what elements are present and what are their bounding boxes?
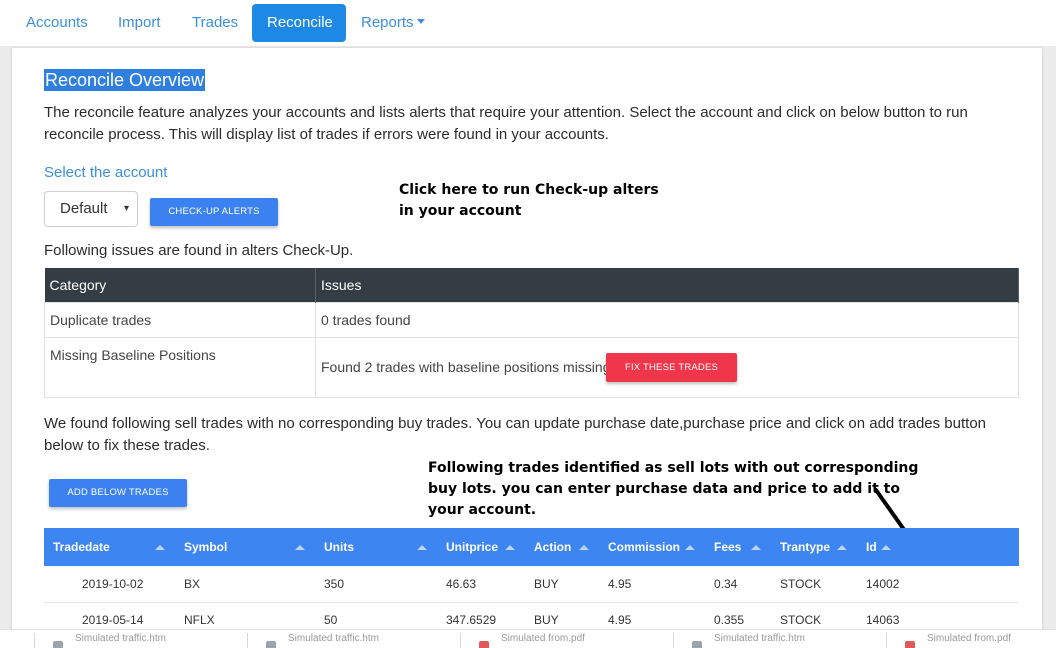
- cell-action: BUY: [525, 566, 599, 603]
- annotation-trades-line3: your account.: [428, 502, 537, 518]
- sort-icon: [417, 545, 427, 550]
- select-account-label: Select the account: [44, 164, 168, 181]
- cell-fees: 0.34: [705, 566, 771, 603]
- pdf-icon: [479, 641, 489, 648]
- col-commission[interactable]: Commission: [599, 528, 705, 566]
- col-symbol[interactable]: Symbol: [175, 528, 315, 566]
- col-label: Action: [534, 540, 572, 554]
- sell-trades-description-line1: We found following sell trades with no c…: [44, 415, 986, 432]
- issue-category: Missing Baseline Positions: [44, 336, 316, 398]
- annotation-checkup-line1: Click here to run Check-up alters: [399, 182, 659, 198]
- annotation-trades-line1: Following trades identified as sell lots…: [428, 460, 919, 476]
- nav-accounts[interactable]: Accounts: [14, 4, 100, 42]
- cell-trantype: STOCK: [771, 566, 857, 603]
- cell-unitprice[interactable]: 46.63: [437, 566, 525, 603]
- download-item-label: Simulated from.pdf: [927, 633, 1011, 644]
- annotation-checkup-line2: in your account: [399, 203, 522, 219]
- account-select[interactable]: Default ▾: [44, 191, 138, 227]
- sell-trades-description-line2: below to fix these trades.: [44, 437, 210, 454]
- cell-symbol: BX: [175, 566, 315, 603]
- nav-reconcile[interactable]: Reconcile: [252, 4, 346, 42]
- col-label: Id: [866, 540, 877, 554]
- col-label: Units: [324, 540, 354, 554]
- download-item[interactable]: Simulated from.pdf: [886, 633, 1056, 648]
- sort-icon: [579, 545, 589, 550]
- download-item-label: Simulated from.pdf: [501, 633, 585, 644]
- issues-header-category: Category: [44, 268, 316, 302]
- sort-icon: [505, 545, 515, 550]
- col-units[interactable]: Units: [315, 528, 437, 566]
- nav-reports[interactable]: Reports: [349, 4, 437, 42]
- fix-these-trades-button[interactable]: FIX THESE TRADES: [606, 353, 737, 382]
- col-id[interactable]: Id: [857, 528, 1019, 566]
- dropdown-arrow-icon: ▾: [123, 203, 129, 214]
- download-item[interactable]: Simulated traffic.htm: [247, 633, 457, 648]
- nav-trades[interactable]: Trades: [180, 4, 250, 42]
- trades-header-row: Tradedate Symbol Units Unitprice Action …: [44, 528, 1019, 566]
- sort-icon: [685, 545, 695, 550]
- cell-commission: 4.95: [599, 566, 705, 603]
- col-unitprice[interactable]: Unitprice: [437, 528, 525, 566]
- page-title: Reconcile Overview: [44, 69, 206, 91]
- issue-value: 0 trades found: [315, 301, 1019, 338]
- col-fees[interactable]: Fees: [705, 528, 771, 566]
- nav-reports-label: Reports: [361, 14, 414, 31]
- issues-header-row: Category Issues: [44, 268, 1019, 302]
- issues-intro: Following issues are found in alters Che…: [44, 242, 354, 259]
- col-label: Symbol: [184, 540, 228, 554]
- col-label: Unitprice: [446, 540, 499, 554]
- sort-icon: [837, 545, 847, 550]
- sort-icon: [155, 545, 165, 550]
- sort-icon: [295, 545, 305, 550]
- overview-description-line1: The reconcile feature analyzes your acco…: [44, 104, 968, 121]
- table-row: Duplicate trades 0 trades found: [44, 301, 1019, 338]
- sort-icon: [751, 545, 761, 550]
- col-label: Fees: [714, 540, 742, 554]
- download-item[interactable]: Simulated traffic.htm: [673, 633, 883, 648]
- overview-description-line2: reconcile process. This will display lis…: [44, 126, 609, 143]
- top-nav: Accounts Import Trades Reconcile Reports: [0, 0, 1056, 46]
- download-item[interactable]: Simulated traffic.htm: [34, 633, 244, 648]
- table-row: 2019-10-02 BX 350 46.63 BUY 4.95 0.34 ST…: [44, 566, 1019, 603]
- col-tradedate[interactable]: Tradedate: [44, 528, 175, 566]
- pdf-icon: [905, 641, 915, 648]
- col-trantype[interactable]: Trantype: [771, 528, 857, 566]
- download-item[interactable]: Simulated from.pdf: [460, 633, 670, 648]
- col-label: Commission: [608, 540, 681, 554]
- issues-table: Category Issues Duplicate trades 0 trade…: [44, 268, 1019, 398]
- col-label: Trantype: [780, 540, 831, 554]
- annotation-trades-line2: buy lots. you can enter purchase data an…: [428, 481, 900, 497]
- download-item-label: Simulated traffic.htm: [75, 633, 166, 644]
- cell-id: 14002: [857, 566, 1019, 603]
- download-bar: Simulated traffic.htm Simulated traffic.…: [0, 629, 1056, 648]
- cell-units: 350: [315, 566, 437, 603]
- issues-header-issues: Issues: [315, 268, 1019, 302]
- sort-icon: [881, 545, 891, 550]
- issue-value: Found 2 trades with baseline positions m…: [321, 359, 611, 375]
- nav-import[interactable]: Import: [106, 4, 173, 42]
- col-label: Tradedate: [53, 540, 110, 554]
- cell-tradedate[interactable]: 2019-10-02: [44, 566, 175, 603]
- checkup-alerts-button[interactable]: CHECK-UP ALERTS: [150, 198, 278, 226]
- table-row: Missing Baseline Positions Found 2 trade…: [44, 336, 1019, 398]
- add-below-trades-button[interactable]: ADD BELOW TRADES: [49, 479, 187, 507]
- issue-category: Duplicate trades: [44, 301, 316, 338]
- download-item-label: Simulated traffic.htm: [288, 633, 379, 644]
- account-select-value: Default: [60, 200, 108, 217]
- chevron-down-icon: [416, 19, 425, 24]
- file-icon: [692, 641, 702, 648]
- col-action[interactable]: Action: [525, 528, 599, 566]
- sell-trades-table: Tradedate Symbol Units Unitprice Action …: [44, 528, 1019, 639]
- download-item-label: Simulated traffic.htm: [714, 633, 805, 644]
- file-icon: [266, 641, 276, 648]
- file-icon: [53, 641, 63, 648]
